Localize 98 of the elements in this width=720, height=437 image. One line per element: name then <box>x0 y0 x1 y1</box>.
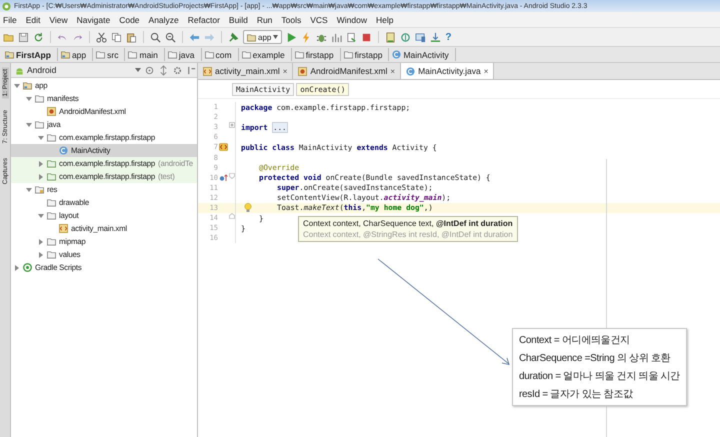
search-icon[interactable] <box>150 32 161 42</box>
folder-icon <box>294 50 304 59</box>
annotation-text: Context = 어디에띄울건지 <box>519 334 631 347</box>
project-view-dropdown[interactable]: Android <box>27 65 56 75</box>
close-tab-button[interactable]: × <box>390 66 396 76</box>
build-hammer-icon[interactable] <box>228 32 239 42</box>
breadcrumb-item[interactable]: main <box>125 48 165 61</box>
run-config-dropdown[interactable]: app <box>243 30 282 44</box>
class-icon <box>392 50 402 59</box>
menu-item[interactable]: Refactor <box>188 14 220 24</box>
menu-item[interactable]: Navigate <box>76 14 110 24</box>
stop-icon[interactable] <box>361 32 372 42</box>
expand-arrow-icon[interactable] <box>14 82 20 88</box>
device-monitor-icon[interactable] <box>415 32 426 42</box>
override-marker-icon[interactable] <box>219 174 228 182</box>
help-button[interactable]: ? <box>445 32 452 42</box>
menu-item[interactable]: Analyze <box>148 14 179 24</box>
target-icon[interactable] <box>144 64 155 76</box>
annotation-text: resId = 글자가 있는 참조값 <box>519 388 634 401</box>
breadcrumb-item[interactable]: app <box>58 48 94 61</box>
module-folder-icon <box>23 81 32 90</box>
manifest-file-icon <box>298 66 308 76</box>
class-icon <box>406 66 416 76</box>
folder-icon <box>204 50 214 59</box>
sdk-manager-icon[interactable] <box>385 32 396 42</box>
menu-item[interactable]: Code <box>119 14 140 24</box>
editor-tab[interactable]: activity_main.xml × <box>198 63 294 79</box>
fold-close-icon[interactable] <box>229 213 235 220</box>
breadcrumb-item[interactable]: com <box>202 48 239 61</box>
menu-item[interactable]: View <box>49 14 68 24</box>
editor-tab[interactable]: MainActivity.java × <box>401 63 494 79</box>
collapse-arrow-icon[interactable] <box>38 238 44 244</box>
layout-file-icon <box>203 66 212 76</box>
breadcrumb-item[interactable]: MainActivity <box>389 48 456 61</box>
menu-item[interactable]: File <box>3 14 17 24</box>
breadcrumb-item[interactable]: example <box>238 48 292 61</box>
close-tab-button[interactable]: × <box>282 66 288 76</box>
menu-item[interactable]: Build <box>228 14 248 24</box>
lightbulb-icon[interactable] <box>244 202 252 213</box>
collapse-arrow-icon[interactable] <box>38 160 44 166</box>
expand-arrow-icon[interactable] <box>26 186 32 192</box>
android-icon <box>15 66 24 74</box>
manifest-file-icon <box>47 107 56 116</box>
profile-icon[interactable] <box>331 32 342 42</box>
fold-plus-icon[interactable] <box>229 122 235 128</box>
layout-file-icon <box>59 224 68 233</box>
expand-arrow-icon[interactable] <box>38 134 44 140</box>
annotation-text: CharSequence =String 의 상위 호환 <box>519 352 672 365</box>
gradle-icon <box>23 263 32 272</box>
parameter-hint: Context context, CharSequence text, @IntDef int duration <box>303 219 513 228</box>
collapse-arrow-icon[interactable] <box>38 174 44 180</box>
menu-item[interactable]: Window <box>336 14 367 24</box>
paste-icon[interactable] <box>126 32 137 42</box>
gradle-sync-icon[interactable] <box>400 32 412 42</box>
menu-item[interactable]: Help <box>376 14 394 24</box>
module-folder-icon <box>247 32 256 42</box>
download-icon[interactable] <box>430 32 442 42</box>
sync-icon[interactable] <box>33 32 44 42</box>
collapse-arrow-icon[interactable] <box>14 264 20 270</box>
breadcrumb-item[interactable]: firstapp <box>292 48 341 61</box>
breadcrumb-item[interactable]: firstapp <box>340 48 390 61</box>
folder-icon <box>242 50 251 59</box>
run-icon[interactable] <box>286 32 298 42</box>
expand-arrow-icon[interactable] <box>38 212 44 218</box>
annotation-text: duration = 얼마나 띄울 건지 띄울 시간 <box>519 370 680 383</box>
save-icon[interactable] <box>18 32 29 42</box>
breadcrumb-item[interactable]: src <box>93 48 126 61</box>
cut-icon[interactable] <box>96 32 107 42</box>
module-folder-icon <box>60 50 70 59</box>
menu-item[interactable]: Edit <box>26 14 40 24</box>
copy-icon[interactable] <box>111 32 122 42</box>
expand-arrow-icon[interactable] <box>26 122 32 128</box>
menu-item[interactable]: Tools <box>281 14 302 24</box>
breadcrumb-item[interactable]: java <box>164 48 202 61</box>
menu-item[interactable]: VCS <box>310 14 328 24</box>
folder-icon <box>96 50 106 59</box>
folder-icon <box>168 50 177 59</box>
folder-icon <box>35 185 44 194</box>
close-tab-button[interactable]: × <box>484 66 488 76</box>
class-icon <box>59 146 68 155</box>
class-marker-icon[interactable] <box>219 143 228 152</box>
caret-icon <box>273 35 278 39</box>
folder-icon <box>128 50 138 59</box>
fold-open-icon[interactable] <box>229 172 235 179</box>
settings-icon[interactable] <box>172 64 183 76</box>
folder-icon <box>35 94 44 103</box>
parameter-hint: Context context, @StringRes int resId, @IntDef int duration <box>303 230 513 239</box>
folder-icon <box>344 50 353 59</box>
caret-icon[interactable] <box>135 68 141 72</box>
hide-panel-icon[interactable] <box>186 64 197 76</box>
collapse-arrow-icon[interactable] <box>38 252 44 258</box>
module-folder-icon <box>5 50 14 59</box>
back-icon[interactable] <box>189 32 200 42</box>
menu-item[interactable]: Run <box>256 14 272 24</box>
open-folder-icon[interactable] <box>3 32 14 42</box>
collapse-icon[interactable] <box>158 64 169 76</box>
breadcrumb-item[interactable]: FirstApp <box>2 48 58 61</box>
expand-arrow-icon[interactable] <box>26 96 32 102</box>
